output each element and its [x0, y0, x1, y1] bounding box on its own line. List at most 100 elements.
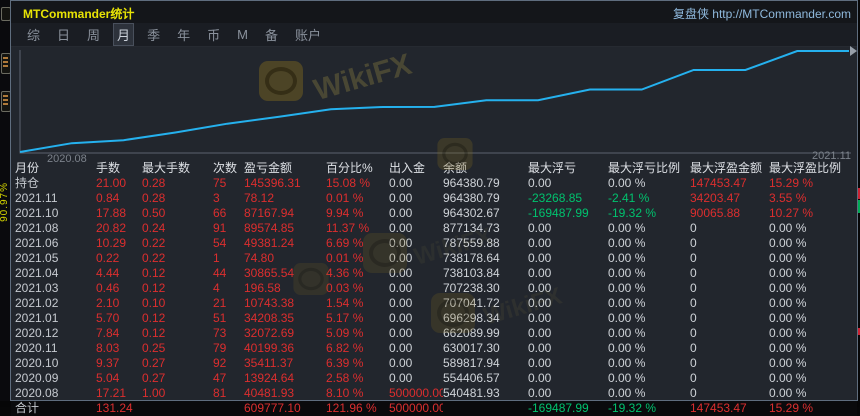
- menu-item-季[interactable]: 季: [144, 24, 163, 45]
- table-cell: 1.54 %: [326, 296, 364, 310]
- table-cell: 15.29 %: [769, 176, 814, 190]
- table-row[interactable]: 2021.03 0.46 0.12 4 196.58 0.03 % 0.00 707238.3…: [11, 281, 857, 296]
- background-vertical-label: 90.97%: [0, 182, 10, 222]
- table-row[interactable]: 持仓 21.00 0.28 75 145396.31 15.08 % 0.00 964380.…: [11, 176, 857, 191]
- table-cell: 2020.10: [15, 356, 59, 370]
- table-cell: 0.10: [142, 296, 166, 310]
- menu-item-年[interactable]: 年: [174, 24, 193, 45]
- table-cell: 0.01 %: [326, 191, 364, 205]
- table-cell: 2021.06: [15, 236, 59, 250]
- table-cell: 0.00: [528, 281, 552, 295]
- table-cell: 5.70: [96, 311, 120, 325]
- table-cell: 0.24: [142, 221, 166, 235]
- menu-item-综[interactable]: 综: [24, 24, 43, 45]
- table-cell: 0: [690, 266, 697, 280]
- table-cell: 0: [690, 371, 697, 385]
- column-header[interactable]: 最大手数: [142, 161, 213, 176]
- menu-item-币[interactable]: 币: [204, 24, 223, 45]
- table-cell: 40199.36: [244, 341, 295, 355]
- column-header[interactable]: 最大浮亏: [528, 161, 608, 176]
- column-header[interactable]: 次数: [213, 161, 244, 176]
- table-row[interactable]: 2021.10 17.88 0.50 66 87167.94 9.94 % 0.00 9643…: [11, 206, 857, 221]
- menu-item-M[interactable]: M: [234, 26, 251, 43]
- menu-item-账户[interactable]: 账户: [292, 24, 324, 45]
- table-cell: -169487.99: [528, 206, 589, 220]
- table-cell: 6.39 %: [326, 356, 364, 370]
- table-cell: 0.00 %: [608, 251, 646, 265]
- column-header[interactable]: 盈亏金额: [244, 161, 326, 176]
- table-cell: 17.88: [96, 206, 127, 220]
- table-cell: 40481.93: [244, 386, 295, 400]
- menu-item-周[interactable]: 周: [84, 24, 103, 45]
- table-cell: 9.37: [96, 356, 120, 370]
- table-cell: 0: [690, 356, 697, 370]
- column-header[interactable]: 百分比%: [326, 161, 389, 176]
- table-cell: 54: [213, 236, 227, 250]
- table-cell: 0.00: [528, 296, 552, 310]
- table-cell: 30865.54: [244, 266, 295, 280]
- table-row[interactable]: 2021.05 0.22 0.22 1 74.80 0.01 % 0.00 738178.64…: [11, 251, 857, 266]
- table-row[interactable]: 2020.09 5.04 0.27 47 13924.64 2.58 % 0.00 55440…: [11, 371, 857, 386]
- column-header[interactable]: 最大浮盈金额: [690, 161, 769, 176]
- table-cell: 7.84: [96, 326, 120, 340]
- table-row[interactable]: 2020.11 8.03 0.25 79 40199.36 6.82 % 0.00 63001…: [11, 341, 857, 356]
- table-row[interactable]: 2021.02 2.10 0.10 21 10743.38 1.54 % 0.00 70704…: [11, 296, 857, 311]
- table-cell: 32072.69: [244, 326, 295, 340]
- table-row[interactable]: 2021.01 5.70 0.12 51 34208.35 5.17 % 0.00 69629…: [11, 311, 857, 326]
- table-cell: 0.84: [96, 191, 120, 205]
- table-cell: 44: [213, 266, 227, 280]
- table-total-row[interactable]: 合计 131.24 609777.10 121.96 % 500000.00 -16948…: [11, 401, 857, 416]
- menu-item-备[interactable]: 备: [262, 24, 281, 45]
- table-cell: 0.00 %: [608, 341, 646, 355]
- table-cell: 0.00: [528, 236, 552, 250]
- table-cell: 2.58 %: [326, 371, 364, 385]
- table-row[interactable]: 2021.06 10.29 0.22 54 49381.24 6.69 % 0.00 7875…: [11, 236, 857, 251]
- table-cell: 4.36 %: [326, 266, 364, 280]
- monthly-stats-table: 月份 手数 最大手数 次数 盈亏金额 百分比% 出入金 余额 最大浮亏 最大浮亏比例 最大浮盈金额最…: [11, 161, 857, 416]
- wikifx-watermark-text: WikiFX: [310, 47, 416, 108]
- table-row[interactable]: 2020.08 17.21 1.00 81 40481.93 8.10 % 500000.0…: [11, 386, 857, 401]
- table-cell: 5.04: [96, 371, 120, 385]
- table-cell: 0.00: [528, 341, 552, 355]
- column-header[interactable]: 出入金: [389, 161, 443, 176]
- table-cell: 51: [213, 311, 227, 325]
- table-cell: 6.69 %: [326, 236, 364, 250]
- column-header[interactable]: 最大浮盈比例: [769, 161, 857, 176]
- table-cell: 0.27: [142, 371, 166, 385]
- column-header[interactable]: 手数: [96, 161, 142, 176]
- menu-item-月[interactable]: 月: [114, 24, 134, 45]
- table-cell: 合计: [15, 401, 40, 415]
- table-cell: 90065.88: [690, 206, 741, 220]
- column-header[interactable]: 最大浮亏比例: [608, 161, 690, 176]
- table-cell: 500000.00: [389, 386, 443, 400]
- table-cell: 0.00: [389, 221, 413, 235]
- table-cell: 0.00 %: [608, 281, 646, 295]
- table-cell: 2021.02: [15, 296, 59, 310]
- table-cell: 91: [213, 221, 227, 235]
- table-cell: 0: [690, 341, 697, 355]
- table-row[interactable]: 2021.04 4.44 0.12 44 30865.54 4.36 % 0.00 73810…: [11, 266, 857, 281]
- table-cell: -23268.85: [528, 191, 583, 205]
- table-cell: 0.03 %: [326, 281, 364, 295]
- table-row[interactable]: 2021.11 0.84 0.28 3 78.12 0.01 % 0.00 964380.79…: [11, 191, 857, 206]
- table-row[interactable]: 2020.12 7.84 0.12 73 32072.69 5.09 % 0.00 66208…: [11, 326, 857, 341]
- table-row[interactable]: 2021.08 20.82 0.24 91 89574.85 11.37 % 0.00 877…: [11, 221, 857, 236]
- table-cell: 0: [690, 281, 697, 295]
- table-cell: 0: [690, 236, 697, 250]
- table-cell: [213, 401, 244, 416]
- table-cell: [142, 401, 213, 416]
- table-row[interactable]: 2020.10 9.37 0.27 92 35411.37 6.39 % 0.00 58981…: [11, 356, 857, 371]
- table-cell: 2.10: [96, 296, 120, 310]
- table-cell: 0.00: [389, 341, 413, 355]
- column-header[interactable]: 余额: [443, 161, 528, 176]
- table-cell: 964380.79: [443, 176, 500, 190]
- title-bar[interactable]: MTCommander统计 复盘侠 http://MTCommander.com: [11, 1, 857, 23]
- table-cell: 0.00: [389, 236, 413, 250]
- menu-item-日[interactable]: 日: [54, 24, 73, 45]
- column-header[interactable]: 月份: [15, 161, 96, 176]
- table-cell: 0.00: [389, 311, 413, 325]
- table-cell: 1: [213, 251, 220, 265]
- table-cell: 2020.09: [15, 371, 59, 385]
- brand-link[interactable]: 复盘侠 http://MTCommander.com: [673, 5, 851, 22]
- stats-window: MTCommander统计 复盘侠 http://MTCommander.com…: [10, 0, 858, 416]
